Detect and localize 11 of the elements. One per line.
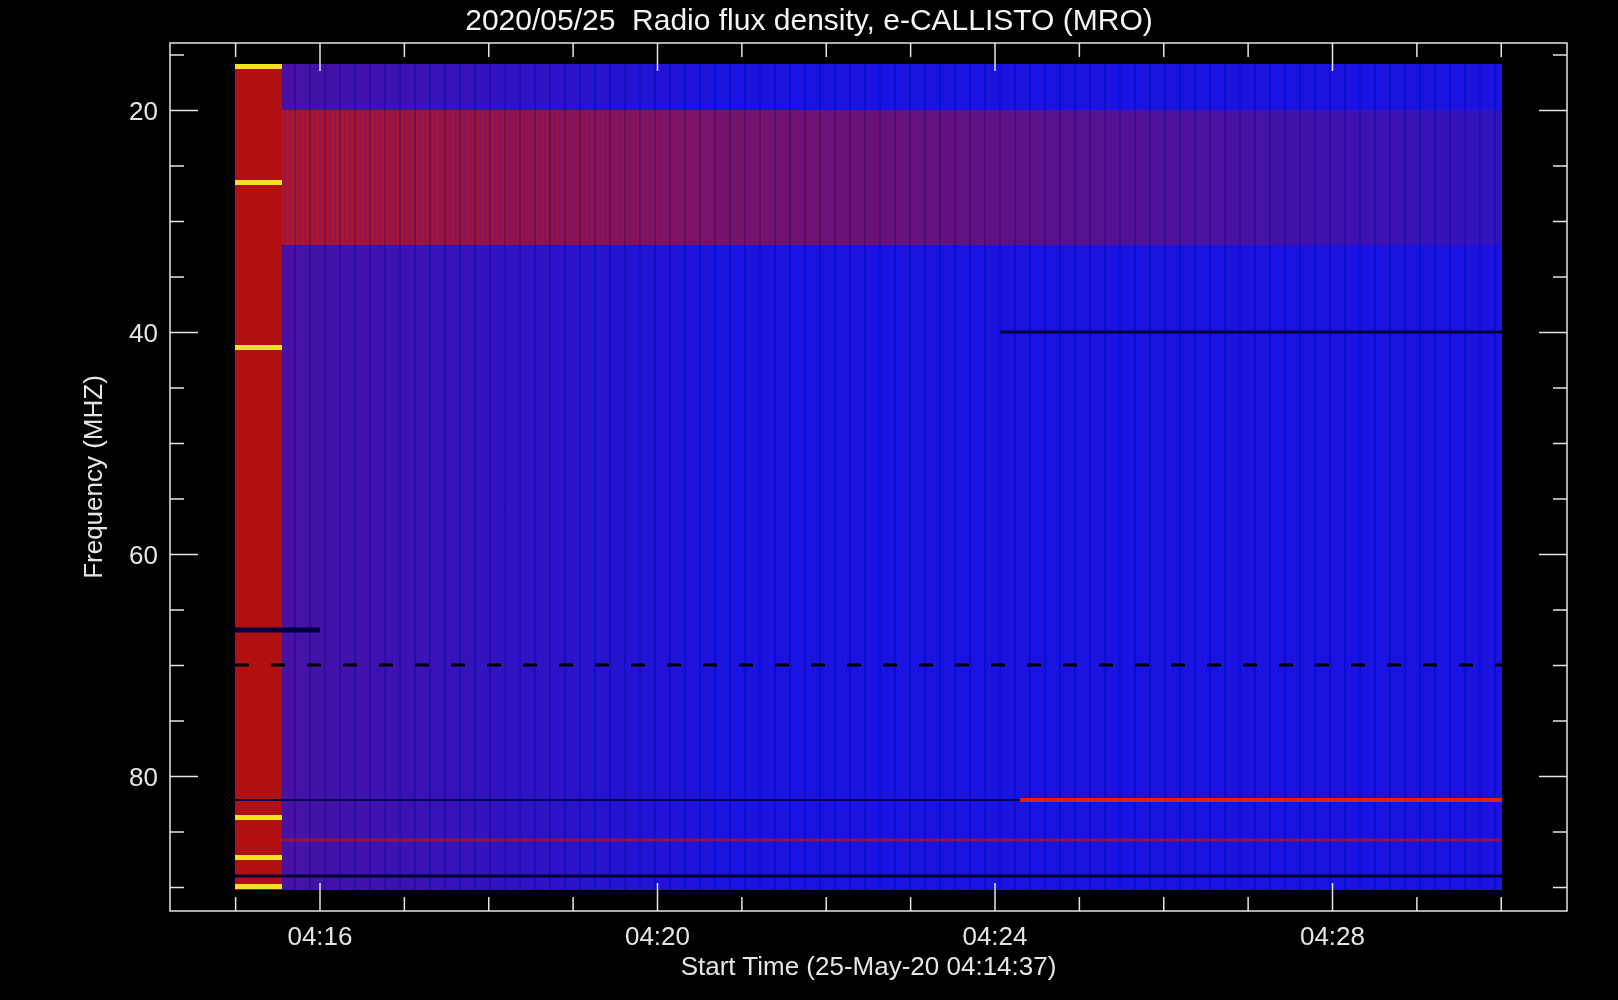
tick-label: 80	[129, 761, 158, 792]
tick-label: 04:24	[962, 921, 1028, 951]
axis-label: Frequency (MHZ)	[78, 375, 108, 579]
tick-label: 60	[129, 539, 158, 570]
tick-label: 04:20	[624, 921, 691, 951]
axis-label: Start Time (25-May-20 04:14:37)	[680, 951, 1057, 981]
tick-label: 40	[129, 317, 158, 348]
tick-label: 04:16	[287, 921, 353, 951]
tick-label: 04:28	[1299, 921, 1366, 951]
tick-label: 20	[129, 95, 158, 126]
chart-title: 2020/05/25 Radio flux density, e-CALLISTO (MRO)	[465, 5, 1153, 35]
